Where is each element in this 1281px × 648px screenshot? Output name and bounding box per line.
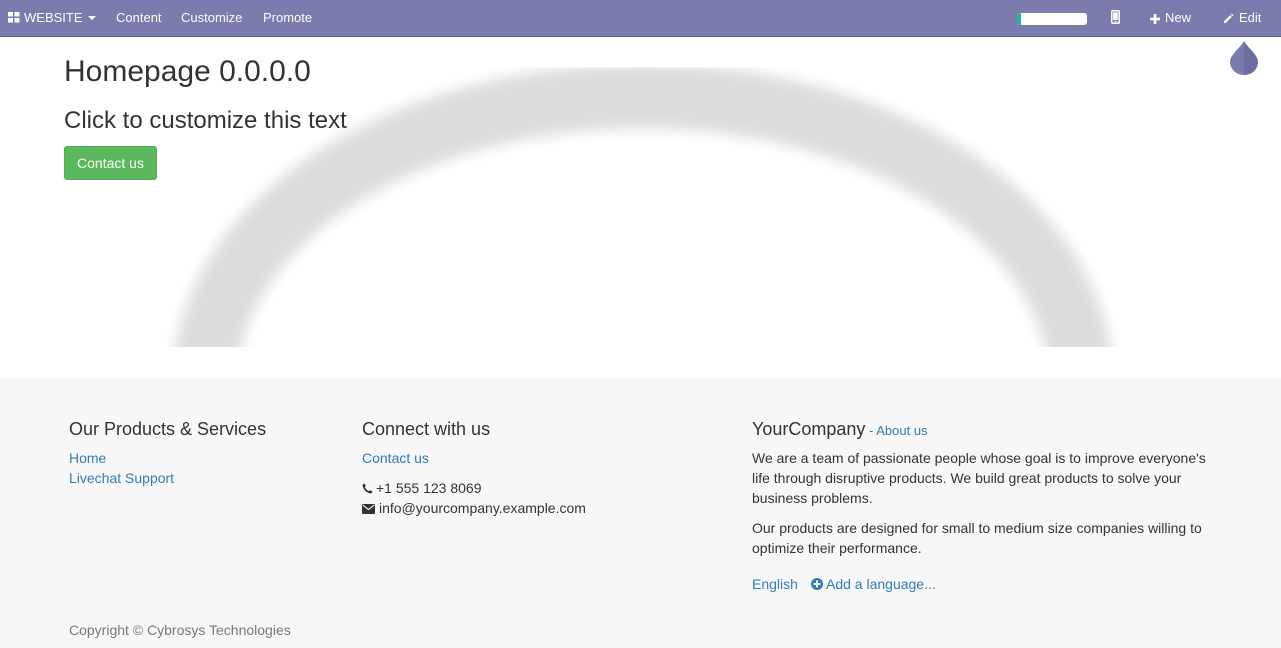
company-name: YourCompany: [752, 419, 866, 439]
plus-circle-icon: [811, 576, 823, 594]
about-us-link[interactable]: About us: [876, 423, 927, 438]
edit-button[interactable]: Edit: [1223, 0, 1261, 36]
company-description-2: Our products are designed for small to m…: [752, 520, 1202, 556]
email-address: info@yourcompany.example.com: [379, 500, 586, 516]
envelope-icon: [362, 499, 375, 519]
website-menu-button[interactable]: WEBSITE: [8, 0, 96, 36]
menu-content[interactable]: Content: [116, 0, 162, 36]
connect-heading: Connect with us: [362, 419, 491, 439]
about-separator: -: [865, 423, 877, 438]
new-button-label: New: [1165, 10, 1192, 25]
new-button[interactable]: New: [1150, 0, 1191, 36]
progress-bar: [1017, 13, 1087, 25]
company-description-1: We are a team of passionate people whose…: [752, 450, 1206, 506]
progress-bar-fill: [1017, 13, 1021, 25]
website-menu-label: WEBSITE: [24, 10, 83, 25]
add-language-link[interactable]: Add a language...: [811, 575, 936, 594]
footer-contact-link[interactable]: Contact us: [362, 449, 429, 467]
website-top-bar: WEBSITE Content Customize Promote New Ed…: [0, 0, 1281, 37]
phone-icon: [362, 479, 373, 499]
phone-number: +1 555 123 8069: [376, 480, 482, 496]
page-title: Homepage 0.0.0.0: [64, 55, 311, 88]
plus-icon: [1150, 2, 1160, 38]
menu-promote[interactable]: Promote: [263, 0, 312, 36]
phone-line: +1 555 123 8069: [362, 478, 482, 499]
footer-link-home[interactable]: Home: [69, 449, 106, 467]
hero-section: Homepage 0.0.0.0 Click to customize this…: [0, 37, 1281, 347]
products-heading: Our Products & Services: [69, 419, 267, 439]
footer-link-livechat[interactable]: Livechat Support: [69, 469, 174, 487]
copyright-text: Copyright © Cybrosys Technologies: [69, 622, 291, 638]
email-line: info@yourcompany.example.com: [362, 498, 586, 519]
mobile-icon: [1111, 2, 1120, 38]
pencil-icon: [1223, 2, 1234, 38]
mobile-preview-button[interactable]: [1111, 0, 1120, 36]
apps-grid-icon: [8, 12, 20, 23]
add-language-label: Add a language...: [826, 576, 936, 592]
caret-down-icon: [87, 16, 96, 20]
hero-subtitle: Click to customize this text: [64, 107, 347, 134]
footer: Our Products & Services Home Livechat Su…: [0, 379, 1281, 648]
contact-us-button[interactable]: Contact us: [64, 146, 157, 180]
menu-customize[interactable]: Customize: [181, 0, 242, 36]
edit-button-label: Edit: [1239, 10, 1262, 25]
company-heading: YourCompany - About us: [752, 418, 928, 442]
language-english[interactable]: English: [752, 575, 798, 593]
